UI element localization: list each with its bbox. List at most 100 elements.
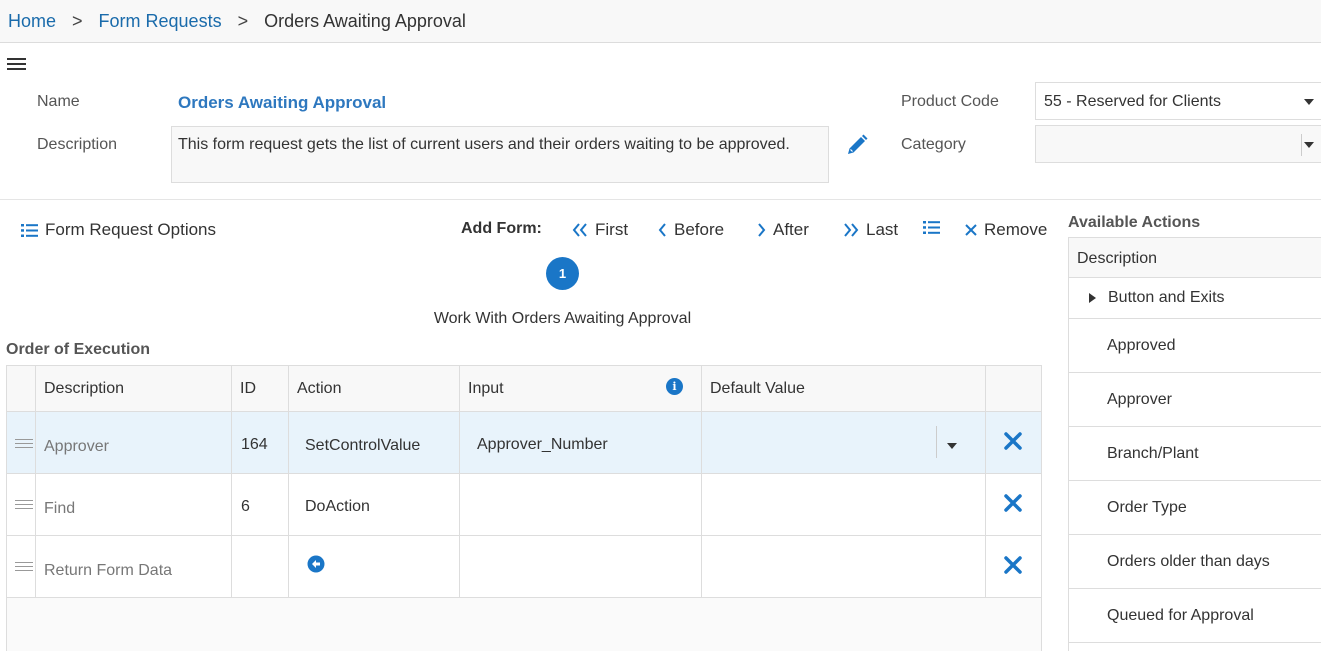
section-divider xyxy=(0,199,1321,200)
name-label: Name xyxy=(37,93,80,110)
breadcrumb: Home > Form Requests > Orders Awaiting A… xyxy=(0,0,1321,43)
row-id: 164 xyxy=(232,412,289,473)
drag-handle-icon[interactable] xyxy=(15,562,33,571)
available-actions-header: Description xyxy=(1069,238,1321,278)
list-item[interactable]: Queued for Approval xyxy=(1069,589,1321,643)
add-form-label: Add Form: xyxy=(461,220,542,237)
description-field[interactable]: This form request gets the list of curre… xyxy=(171,126,829,183)
available-actions-panel: Description Button and Exits Approved Ap… xyxy=(1068,237,1321,651)
available-actions-group[interactable]: Button and Exits xyxy=(1069,278,1321,319)
list-item[interactable]: Order Type xyxy=(1069,481,1321,535)
row-id: 6 xyxy=(232,474,289,535)
form-request-options-label: Form Request Options xyxy=(45,220,217,239)
breadcrumb-current: Orders Awaiting Approval xyxy=(264,10,466,31)
grid-header-delete xyxy=(986,366,1041,411)
list-icon xyxy=(21,223,38,237)
list-icon xyxy=(923,221,940,234)
row-default-value[interactable] xyxy=(702,474,986,535)
row-id xyxy=(232,536,289,597)
row-description: Approver xyxy=(36,412,232,473)
add-last-button[interactable]: Last xyxy=(843,220,898,240)
drag-handle-icon[interactable] xyxy=(15,500,33,509)
column-header-input-label: Input xyxy=(468,380,504,397)
chevron-down-icon xyxy=(1304,99,1314,105)
caret-right-icon xyxy=(1089,293,1096,303)
row-delete-cell xyxy=(986,412,1041,473)
list-item[interactable]: Approver xyxy=(1069,373,1321,427)
row-description: Return Form Data xyxy=(36,536,232,597)
double-chevron-right-icon xyxy=(844,223,859,237)
table-row[interactable]: Find 6 DoAction xyxy=(7,474,1041,536)
order-of-execution-grid: Description ID Action Input i Default Va… xyxy=(6,365,1042,651)
close-icon xyxy=(965,224,977,236)
select-divider xyxy=(936,426,937,458)
column-header-input: Input i xyxy=(460,366,702,411)
chevron-left-icon xyxy=(658,223,666,237)
delete-x-icon[interactable] xyxy=(1004,556,1022,574)
row-description: Find xyxy=(36,474,232,535)
add-last-label: Last xyxy=(866,220,899,239)
remove-form-button[interactable]: Remove xyxy=(965,220,1047,240)
drag-handle-icon[interactable] xyxy=(15,439,33,448)
list-view-button[interactable] xyxy=(923,220,947,235)
row-action: DoAction xyxy=(289,474,460,535)
table-row[interactable]: Approver 164 SetControlValue Approver_Nu… xyxy=(7,412,1041,474)
add-before-label: Before xyxy=(674,220,725,239)
add-before-button[interactable]: Before xyxy=(658,220,724,240)
category-select[interactable] xyxy=(1035,125,1321,163)
category-label: Category xyxy=(901,136,966,153)
pencil-icon[interactable] xyxy=(845,133,869,157)
drag-handle-cell xyxy=(7,536,36,597)
add-after-button[interactable]: After xyxy=(757,220,809,240)
column-header-description: Description xyxy=(36,366,232,411)
row-delete-cell xyxy=(986,474,1041,535)
remove-form-label: Remove xyxy=(984,220,1048,239)
form-request-options-button[interactable]: Form Request Options xyxy=(21,220,216,240)
row-action xyxy=(289,536,460,597)
product-code-label: Product Code xyxy=(901,93,999,110)
order-of-execution-title: Order of Execution xyxy=(6,341,151,358)
breadcrumb-home-link[interactable]: Home xyxy=(8,11,56,32)
row-default-value-select[interactable] xyxy=(702,412,986,473)
add-first-label: First xyxy=(595,220,629,239)
row-delete-cell xyxy=(986,536,1041,597)
chevron-down-icon xyxy=(1304,142,1314,148)
row-action: SetControlValue xyxy=(289,412,460,473)
row-input[interactable] xyxy=(460,474,702,535)
product-code-value: 55 - Reserved for Clients xyxy=(1044,93,1221,110)
delete-x-icon[interactable] xyxy=(1004,494,1022,512)
select-divider xyxy=(1301,134,1302,156)
return-arrow-icon[interactable] xyxy=(307,555,325,573)
breadcrumb-separator: > xyxy=(72,10,83,31)
list-item[interactable]: Orders older than days xyxy=(1069,535,1321,589)
step-title: Work With Orders Awaiting Approval xyxy=(433,310,692,327)
hamburger-icon[interactable] xyxy=(7,58,26,70)
breadcrumb-separator: > xyxy=(237,10,249,31)
info-icon[interactable]: i xyxy=(666,378,683,395)
chevron-down-icon xyxy=(947,443,957,449)
breadcrumb-form-requests-link[interactable]: Form Requests xyxy=(99,11,222,32)
row-input[interactable]: Approver_Number xyxy=(460,412,702,473)
row-default-value[interactable] xyxy=(702,536,986,597)
column-header-default-value: Default Value xyxy=(702,366,986,411)
form-request-name: Orders Awaiting Approval xyxy=(178,93,387,112)
column-header-id: ID xyxy=(232,366,289,411)
table-row[interactable]: Return Form Data xyxy=(7,536,1041,598)
add-first-button[interactable]: First xyxy=(572,220,628,240)
double-chevron-left-icon xyxy=(572,223,587,237)
drag-handle-cell xyxy=(7,412,36,473)
grid-header-row: Description ID Action Input i Default Va… xyxy=(7,366,1041,412)
product-code-select[interactable]: 55 - Reserved for Clients xyxy=(1035,82,1321,120)
description-label: Description xyxy=(37,136,118,153)
step-number-badge[interactable]: 1 xyxy=(546,257,579,290)
available-actions-group-label: Button and Exits xyxy=(1108,289,1225,306)
chevron-right-icon xyxy=(758,223,766,237)
list-item[interactable]: Approved xyxy=(1069,319,1321,373)
row-input[interactable] xyxy=(460,536,702,597)
add-after-label: After xyxy=(773,220,809,239)
column-header-action: Action xyxy=(289,366,460,411)
delete-x-icon[interactable] xyxy=(1004,432,1022,450)
list-item[interactable]: Branch/Plant xyxy=(1069,427,1321,481)
drag-handle-cell xyxy=(7,474,36,535)
available-actions-title: Available Actions xyxy=(1068,214,1201,231)
